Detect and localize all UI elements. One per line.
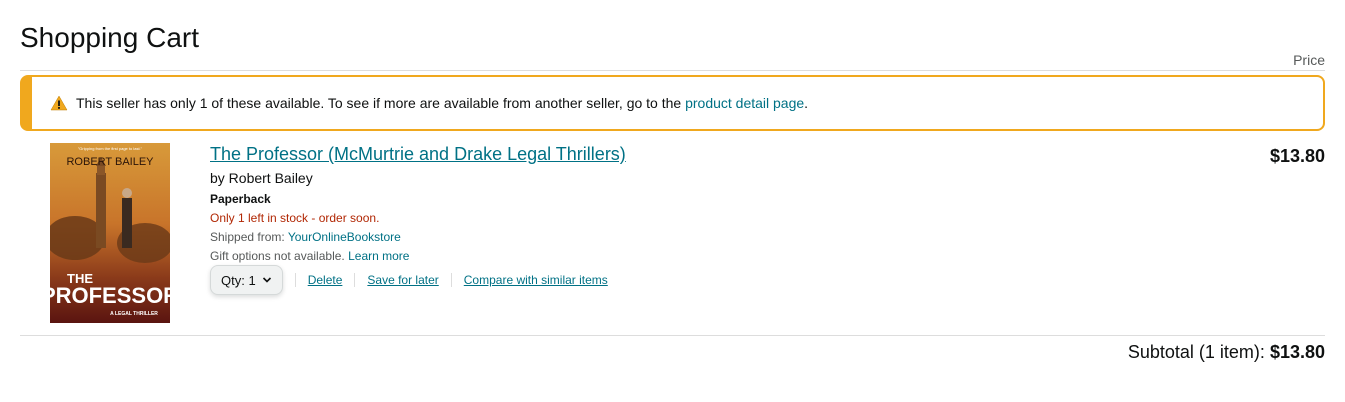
product-detail-link[interactable]: product detail page [685, 95, 804, 111]
author-line: by Robert Bailey [210, 170, 313, 186]
warning-icon [50, 95, 68, 111]
gift-options: Gift options not available. Learn more [210, 249, 626, 263]
header-divider [20, 70, 1325, 71]
subtotal-label: Subtotal (1 item): [1127, 342, 1265, 362]
book-cover-image[interactable]: "Gripping from the first page to last." … [50, 143, 170, 323]
item-actions: Qty: 1 Delete Save for later Compare wit… [210, 265, 626, 295]
stock-status: Only 1 left in stock - order soon. [210, 211, 380, 225]
page-title: Shopping Cart [20, 22, 200, 53]
shipped-from: Shipped from: YourOnlineBookstore [210, 230, 626, 244]
product-title-link[interactable]: The Professor (McMurtrie and Drake Legal… [210, 143, 626, 165]
action-separator [294, 273, 296, 287]
alert-message: This seller has only 1 of these availabl… [76, 95, 682, 111]
cover-author: ROBERT BAILEY [66, 156, 154, 168]
subtotal-amount: $13.80 [1269, 342, 1325, 362]
quantity-select[interactable]: Qty: 1 [210, 265, 283, 295]
learn-more-link[interactable]: Learn more [348, 249, 409, 263]
action-separator [450, 273, 452, 287]
gift-options-text: Gift options not available. [210, 249, 345, 263]
subtotal: Subtotal (1 item): $13.80 [1128, 342, 1325, 363]
qty-value: 1 [248, 272, 256, 288]
availability-alert: This seller has only 1 of these availabl… [20, 75, 1325, 131]
chevron-down-icon [262, 277, 271, 283]
cover-tagline: "Gripping from the first page to last." [78, 146, 143, 151]
delete-link[interactable]: Delete [308, 273, 343, 287]
cart-item-details: The Professor (McMurtrie and Drake Legal… [210, 143, 626, 295]
action-separator [354, 273, 356, 287]
qty-label: Qty: [221, 272, 245, 288]
cover-subtitle: A LEGAL THRILLER [110, 311, 158, 317]
item-price: $13.80 [1269, 146, 1325, 166]
price-column-header: Price [1293, 52, 1325, 68]
shipped-from-label: Shipped from: [210, 230, 288, 244]
cover-title-line2: PROFESSOR [50, 283, 170, 308]
subtotal-divider [20, 335, 1325, 336]
save-for-later-link[interactable]: Save for later [367, 273, 438, 287]
alert-period: . [804, 95, 809, 111]
compare-similar-link[interactable]: Compare with similar items [464, 273, 608, 287]
format-label: Paperback [210, 192, 271, 206]
seller-link[interactable]: YourOnlineBookstore [288, 230, 401, 244]
